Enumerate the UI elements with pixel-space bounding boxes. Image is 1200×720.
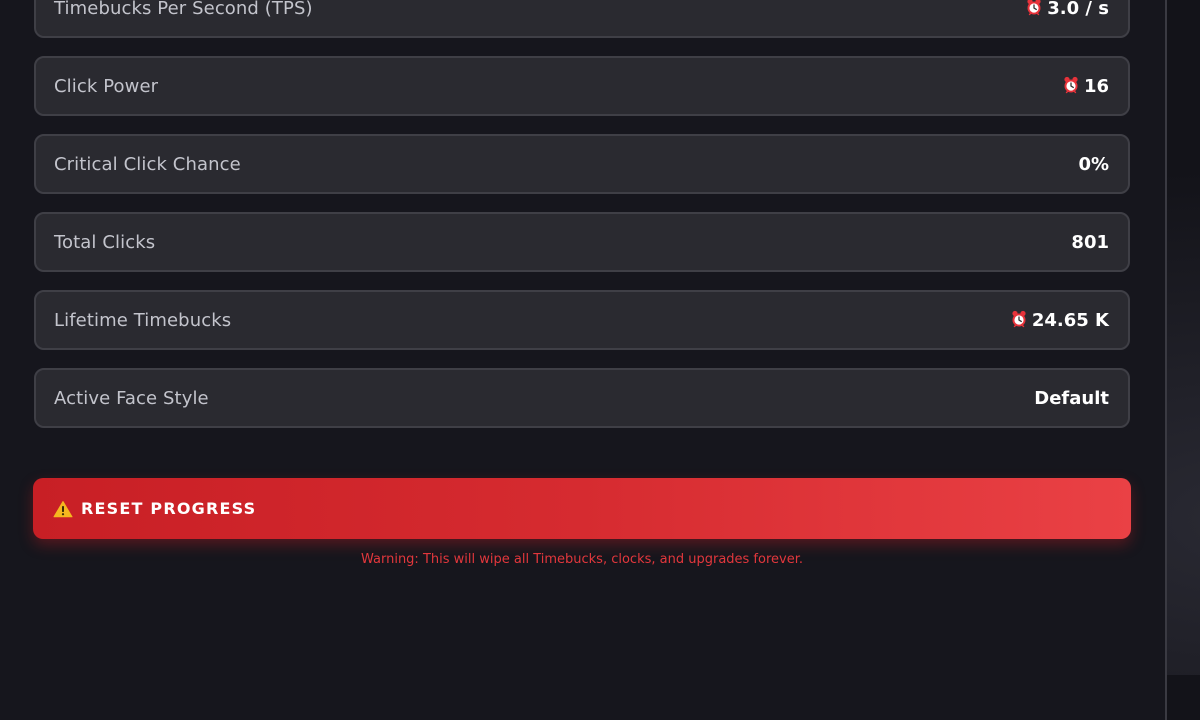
- stat-label-tps: Timebucks Per Second (TPS): [54, 0, 313, 19]
- stat-label-total-clicks: Total Clicks: [54, 231, 156, 253]
- stat-value-active-face-style: Default: [1034, 387, 1109, 409]
- stat-value-lifetime-timebucks-text: 24.65 K: [1031, 309, 1109, 331]
- stat-label-lifetime-timebucks: Lifetime Timebucks: [54, 309, 232, 331]
- stat-label-click-power: Click Power: [54, 75, 159, 97]
- stat-value-critical-click-chance: 0%: [1078, 153, 1109, 175]
- clock-icon: [1012, 310, 1026, 328]
- stat-value-total-clicks: 801: [1071, 231, 1109, 253]
- stat-row-critical-click-chance: Critical Click Chance 0%: [34, 134, 1130, 194]
- warning-icon: [53, 500, 73, 517]
- stat-row-total-clicks: Total Clicks 801: [34, 212, 1130, 272]
- stat-row-active-face-style: Active Face Style Default: [34, 368, 1130, 428]
- clock-icon: [1064, 76, 1078, 94]
- stat-row-tps: Timebucks Per Second (TPS) 3.0 / s: [34, 0, 1130, 38]
- reset-warning-text: Warning: This will wipe all Timebucks, c…: [360, 552, 803, 567]
- reset-progress-button[interactable]: RESET PROGRESS: [33, 478, 1131, 539]
- stat-row-click-power: Click Power 16: [34, 56, 1130, 116]
- stat-value-lifetime-timebucks: 24.65 K: [1011, 310, 1109, 331]
- stat-value-click-power-text: 16: [1083, 75, 1109, 97]
- stat-label-critical-click-chance: Critical Click Chance: [54, 153, 241, 175]
- clock-icon: [1027, 0, 1041, 16]
- stat-value-tps: 3.0 / s: [1026, 0, 1109, 19]
- reset-progress-label: RESET PROGRESS: [81, 499, 257, 518]
- stat-label-active-face-style: Active Face Style: [54, 387, 209, 409]
- stat-value-click-power: 16: [1063, 76, 1109, 97]
- stat-value-tps-text: 3.0 / s: [1047, 0, 1109, 19]
- stat-row-lifetime-timebucks: Lifetime Timebucks 24.65 K: [34, 290, 1130, 350]
